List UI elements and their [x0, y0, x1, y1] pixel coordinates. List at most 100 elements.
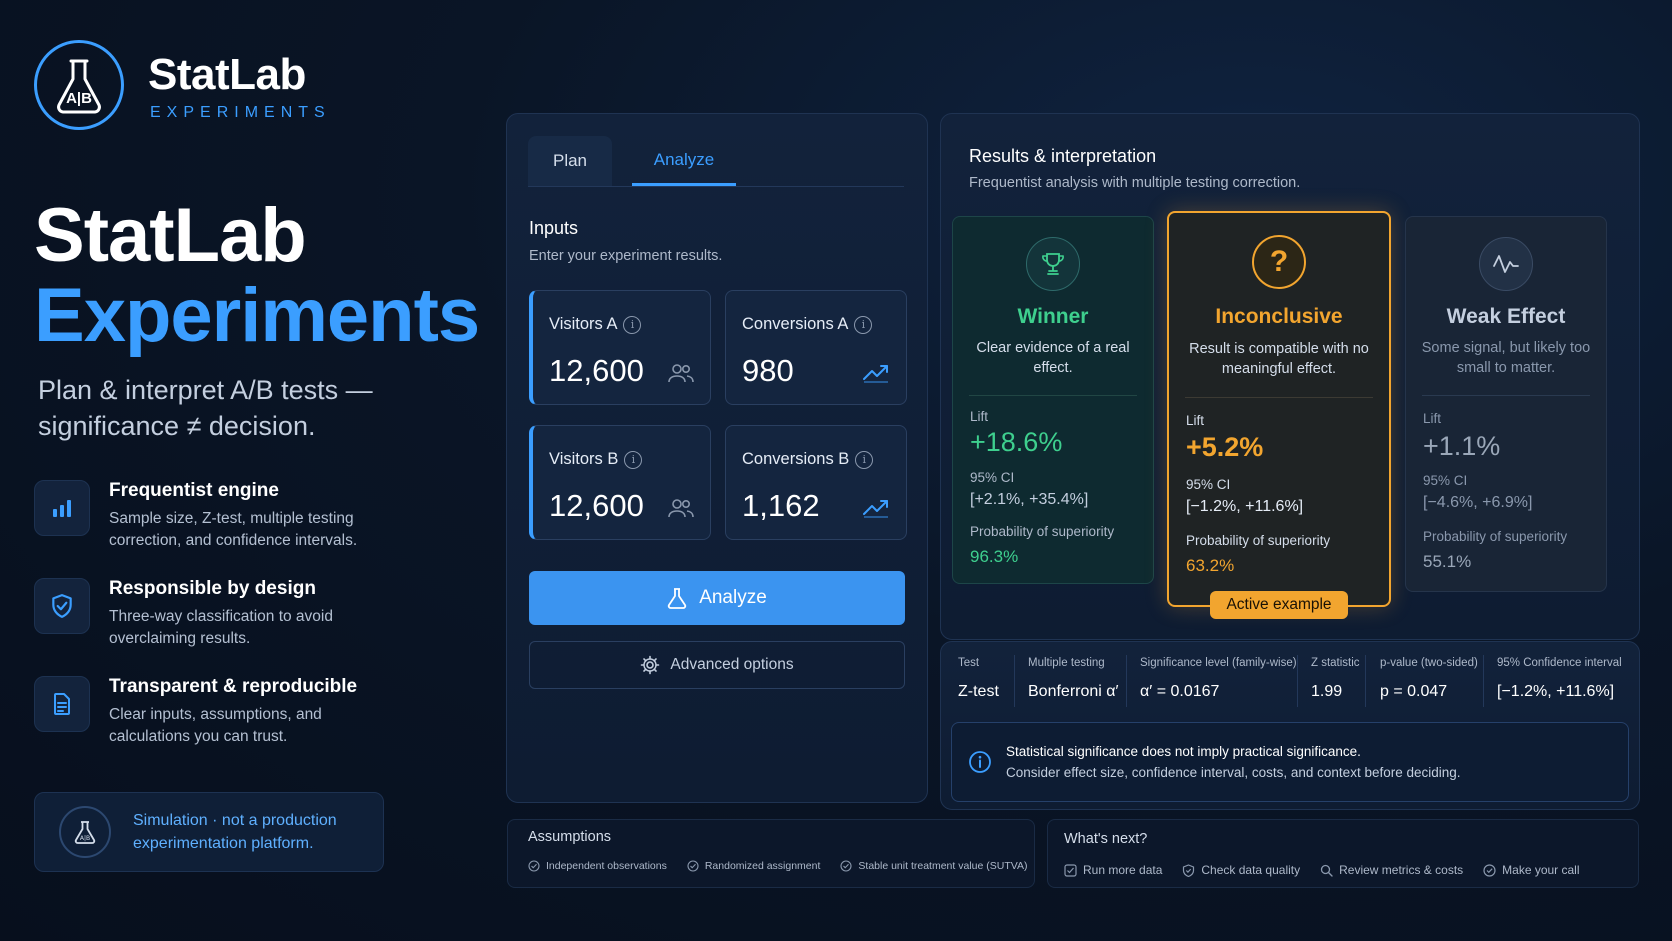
flask-icon: A|B	[59, 806, 111, 858]
assumption-label: Randomized assignment	[704, 860, 821, 872]
stat-head: Multiple testing	[1028, 657, 1105, 669]
feature-responsible: Responsible by design Three-way classifi…	[34, 574, 474, 664]
feature-desc: Three-way classification to avoid overcl…	[109, 608, 333, 647]
document-icon	[34, 676, 90, 732]
info-icon[interactable]: i	[855, 451, 874, 469]
inputs-title: Inputs	[529, 218, 579, 238]
significance-note: Statistical significance does not imply …	[951, 722, 1629, 802]
tab-analyze[interactable]: Analyze	[632, 136, 736, 186]
ci-value: [−1.2%, +11.6%]	[1186, 498, 1304, 515]
lift-value: +5.2%	[1186, 432, 1264, 462]
field-label: Conversions Ai	[742, 315, 873, 334]
card-title: Weak Effect	[1446, 305, 1566, 328]
users-icon	[668, 363, 694, 383]
feature-transparent: Transparent & reproducible Clear inputs,…	[34, 672, 474, 762]
next-step-review-metrics[interactable]: Review metrics & costs	[1320, 863, 1463, 877]
results-title: Results & interpretation	[969, 146, 1157, 166]
card-desc: Some signal, but likely too small to mat…	[1421, 340, 1591, 376]
prob-label: Probability of superiority	[970, 524, 1115, 539]
stat-divider	[1297, 655, 1298, 707]
inputs-desc: Enter your experiment results.	[529, 248, 723, 264]
stat-divider	[1014, 655, 1015, 707]
feature-desc: Clear inputs, assumptions, and calculati…	[109, 706, 322, 745]
bar-chart-icon	[34, 480, 90, 536]
feature-frequentist: Frequentist engine Sample size, Z-test, …	[34, 476, 474, 566]
info-icon[interactable]: i	[854, 316, 873, 334]
flask-icon	[57, 59, 101, 114]
lift-label: Lift	[970, 409, 989, 424]
check-circle-icon	[840, 860, 852, 872]
whats-next-box: What's next? Run more data Check data qu…	[1047, 819, 1639, 888]
shield-check-icon	[1183, 863, 1195, 877]
simulation-text: Simulation · not a production experiment…	[133, 812, 337, 852]
visitors-b-field[interactable]: Visitors Bi 12,600	[529, 425, 711, 540]
whats-next-title: What's next?	[1064, 831, 1148, 847]
next-step-run-more-data[interactable]: Run more data	[1064, 863, 1162, 877]
analyze-label: Analyze	[699, 587, 767, 608]
tab-plan[interactable]: Plan	[528, 136, 612, 186]
feature-title: Responsible by design	[109, 578, 316, 599]
next-step-check-data-quality[interactable]: Check data quality	[1182, 863, 1300, 877]
brand-tagline: EXPERIMENTS	[150, 104, 331, 121]
field-value[interactable]: 1,162	[742, 488, 820, 524]
info-icon[interactable]: i	[623, 316, 642, 334]
lift-value: +1.1%	[1423, 431, 1501, 461]
check-circle-icon	[528, 860, 540, 872]
ci-value: [−4.6%, +6.9%]	[1423, 494, 1533, 511]
card-desc: Clear evidence of a real effect.	[976, 340, 1130, 376]
assumptions-title: Assumptions	[528, 829, 612, 845]
stat-value: Bonferroni α′	[1028, 683, 1119, 700]
field-label: Conversions Bi	[742, 450, 874, 469]
gear-icon	[640, 655, 660, 675]
stat-value: 1.99	[1311, 683, 1343, 700]
question-icon: ?	[1252, 235, 1306, 289]
next-step-label: Review metrics & costs	[1339, 863, 1464, 877]
stat-divider	[1126, 655, 1127, 707]
stat-ci: 95% Confidence interval [−1.2%, +11.6%]	[1497, 657, 1622, 701]
stat-value: [−1.2%, +11.6%]	[1497, 683, 1615, 700]
next-step-make-your-call[interactable]: Make your call	[1483, 863, 1580, 877]
visitors-a-field[interactable]: Visitors Ai 12,600	[529, 290, 711, 405]
lift-label: Lift	[1186, 413, 1205, 428]
advanced-options-label: Advanced options	[670, 656, 794, 673]
list-item: Independent observations	[528, 860, 667, 872]
result-card-inconclusive: ? Inconclusive Result is compatible with…	[1167, 211, 1391, 607]
field-value[interactable]: 980	[742, 353, 794, 389]
stat-head: p-value (two-sided)	[1380, 657, 1478, 669]
advanced-options-button[interactable]: Advanced options	[529, 641, 905, 689]
conversions-a-field[interactable]: Conversions Ai 980	[725, 290, 907, 405]
field-value[interactable]: 12,600	[549, 353, 644, 389]
assumptions-list: Independent observations Randomized assi…	[528, 860, 1027, 872]
info-icon[interactable]: i	[624, 451, 643, 469]
lift-value: +18.6%	[970, 427, 1063, 457]
field-value[interactable]: 12,600	[549, 488, 644, 524]
stat-test: Test Z-test	[958, 657, 999, 701]
assumptions-box: Assumptions Independent observations Ran…	[507, 819, 1035, 888]
brand-logo: A|B	[34, 40, 124, 130]
stat-head: 95% Confidence interval	[1497, 657, 1622, 669]
result-card-winner: Winner Clear evidence of a real effect. …	[952, 216, 1154, 584]
hero-title-line2: Experiments	[34, 273, 480, 358]
stat-head: Z statistic	[1311, 657, 1360, 669]
card-divider	[969, 395, 1137, 396]
stat-head: Significance level (family-wise)	[1140, 657, 1297, 669]
note-line2: Consider effect size, confidence interva…	[1006, 765, 1461, 780]
logo-text: A|B	[66, 90, 92, 107]
card-title: Winner	[1017, 305, 1089, 328]
prob-value: 63.2%	[1186, 556, 1235, 575]
stat-divider	[1483, 655, 1484, 707]
analyze-button[interactable]: Analyze	[529, 571, 905, 625]
check-circle-icon	[1483, 863, 1496, 877]
card-divider	[1422, 395, 1590, 396]
trend-up-icon	[862, 498, 890, 518]
svg-text:A|B: A|B	[80, 835, 90, 842]
stat-divider	[1365, 655, 1366, 707]
card-desc: Result is compatible with no meaningful …	[1189, 341, 1369, 377]
stat-value: p = 0.047	[1380, 683, 1448, 700]
assumption-label: Stable unit treatment value (SUTVA)	[858, 860, 1028, 872]
trend-up-icon	[862, 363, 890, 383]
ci-label: 95% CI	[1423, 473, 1468, 488]
info-icon	[968, 750, 992, 774]
conversions-b-field[interactable]: Conversions Bi 1,162	[725, 425, 907, 540]
next-step-label: Run more data	[1083, 863, 1163, 877]
